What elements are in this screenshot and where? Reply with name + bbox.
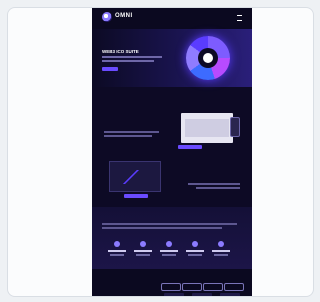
ring-inner — [198, 48, 218, 68]
section2-chart-screenshot — [109, 161, 161, 192]
hamburger-menu-icon[interactable] — [237, 15, 242, 21]
footer-action[interactable] — [220, 293, 240, 296]
hero-title: WEB3 ICO SUITE — [102, 49, 139, 54]
section2-text-line — [196, 187, 240, 189]
feature-item — [158, 241, 180, 263]
features-section — [92, 207, 252, 269]
feature-item — [106, 241, 128, 263]
feature-item — [210, 241, 232, 263]
feature-item — [184, 241, 206, 263]
section2-text-line — [188, 183, 240, 185]
hero-ring-graphic — [186, 36, 230, 80]
mobile-page-preview[interactable]: OMNI WEB3 ICO SUITE — [92, 8, 252, 296]
feature-icon — [114, 241, 120, 247]
features-text-line — [102, 227, 222, 229]
section2-button[interactable] — [124, 194, 148, 198]
feature-icon — [218, 241, 224, 247]
hero-subtitle-line — [102, 56, 162, 58]
features-text-line — [102, 223, 237, 225]
ring-core-icon — [203, 53, 213, 63]
hero-section: WEB3 ICO SUITE — [92, 29, 252, 87]
hero-cta-button[interactable] — [102, 67, 118, 71]
preview-card: OMNI WEB3 ICO SUITE — [7, 7, 314, 297]
brand-logo-icon — [102, 12, 112, 22]
section1-text-line — [104, 135, 152, 137]
feature-icon — [166, 241, 172, 247]
footer-link-button[interactable] — [182, 283, 202, 291]
footer-link-button[interactable] — [224, 283, 244, 291]
site-header: OMNI — [92, 8, 252, 29]
footer-action[interactable] — [192, 293, 212, 296]
footer — [92, 269, 252, 296]
section1-text-line — [104, 131, 159, 133]
feature-icon — [140, 241, 146, 247]
section1-button[interactable] — [178, 145, 202, 149]
brand-logo-text: OMNI — [115, 13, 133, 19]
section1-phone-mockup — [230, 117, 240, 137]
footer-link-button[interactable] — [161, 283, 181, 291]
hero-subtitle-line — [102, 60, 154, 62]
partner-logo-strip — [92, 91, 252, 101]
footer-action[interactable] — [164, 293, 184, 296]
feature-item — [132, 241, 154, 263]
footer-link-button[interactable] — [203, 283, 223, 291]
section1-screenshot — [181, 113, 233, 143]
feature-icon — [192, 241, 198, 247]
